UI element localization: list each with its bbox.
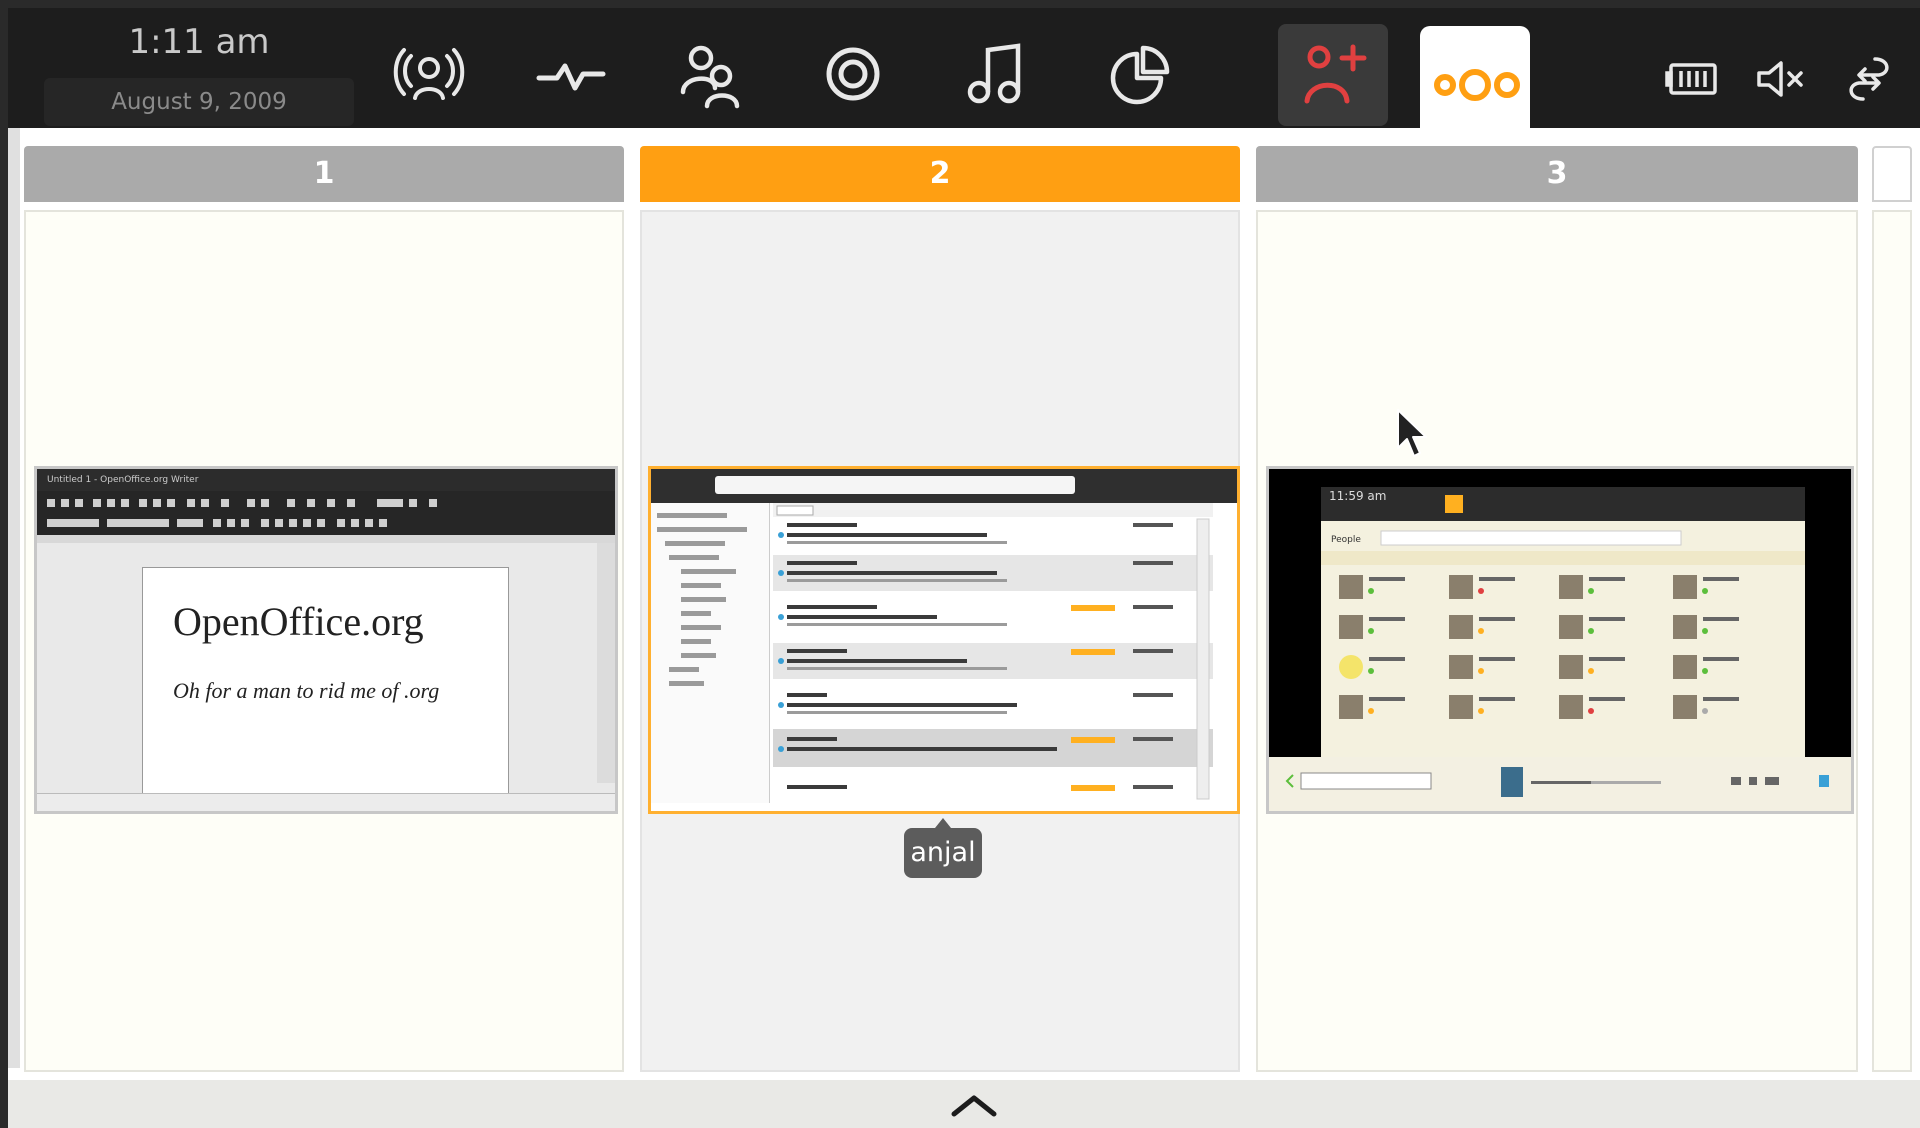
zone-2-header[interactable]: 2: [640, 146, 1240, 202]
people-icon: [680, 45, 740, 109]
thumbnail-media-controls: [1285, 767, 1829, 797]
desktop-screen: 1:11 am August 9, 2009 1 2 3 Untitled 1 …: [0, 0, 1920, 1128]
thumbnail-media-bar: [1269, 757, 1851, 811]
window-thumbnail-openoffice[interactable]: Untitled 1 - OpenOffice.org Writer OpenO…: [34, 466, 618, 814]
thumbnail-messages: [773, 503, 1213, 800]
zone-new-header[interactable]: [1872, 146, 1912, 202]
clock-time: 1:11 am: [128, 22, 270, 62]
thumbnail-contacts-grid: [1321, 495, 1805, 719]
thumbnail-window-title: Untitled 1 - OpenOffice.org Writer: [37, 469, 615, 491]
nav-status-button[interactable]: [374, 26, 484, 122]
thumbnail-doc-subtitle: Oh for a man to rid me of .org: [173, 678, 440, 703]
zones-panel: 1 2 3 Untitled 1 - OpenOffice.org Writer: [8, 128, 1920, 1128]
clock: 1:11 am August 9, 2009: [44, 16, 354, 126]
network-icon: [1849, 57, 1889, 101]
thumbnail-statusbar: [37, 793, 615, 811]
thumbnail-folder-list: [651, 503, 770, 803]
zone-1-header[interactable]: 1: [24, 146, 624, 202]
window-thumbnail-moblin[interactable]: 11:59 am People: [1266, 466, 1854, 814]
thumbnail-anjal-toolbar: [651, 469, 1237, 503]
panel-edge: [8, 128, 20, 1068]
status-icon: [393, 48, 465, 100]
thumbnail-people-panel: 11:59 am People: [1321, 487, 1805, 757]
thumbnail-toolbar-icons: [37, 499, 615, 543]
volume-muted-icon: [1757, 61, 1803, 97]
nav-media-button[interactable]: [940, 26, 1050, 122]
zone-3-header[interactable]: 3: [1256, 146, 1858, 202]
thumbnail-doc-title: OpenOffice.org: [173, 599, 424, 644]
panel-collapse-bar[interactable]: [8, 1080, 1920, 1128]
window-thumbnail-anjal[interactable]: [648, 466, 1240, 814]
thumbnail-scrollbar: [597, 543, 615, 783]
battery-icon: [1665, 63, 1717, 95]
nav-activity-button[interactable]: [516, 26, 626, 122]
nav-web-button[interactable]: [798, 26, 908, 122]
media-icon: [967, 43, 1021, 104]
thumbnail-search-field: [715, 476, 1075, 494]
nav-applications-button[interactable]: [1278, 24, 1388, 126]
web-icon: [826, 47, 880, 101]
zone-new[interactable]: [1872, 210, 1912, 1072]
nav-people-button[interactable]: [656, 26, 766, 122]
zones-icon: [1434, 69, 1520, 101]
volume-button[interactable]: [1746, 44, 1816, 114]
clock-date: August 9, 2009: [44, 78, 354, 126]
activity-icon: [536, 63, 606, 91]
battery-button[interactable]: [1658, 44, 1728, 114]
thumbnail-message-list: [773, 503, 1213, 803]
thumbnail-toolbar: [37, 491, 615, 543]
thumbnail-folder-items: [657, 513, 747, 686]
thumbnail-page: OpenOffice.org Oh for a man to rid me of…: [142, 567, 509, 811]
nav-zones-button[interactable]: [1420, 26, 1530, 136]
applications-icon: [1304, 44, 1367, 104]
window-title-tooltip: anjal: [904, 818, 982, 878]
pasteboard-icon: [1110, 45, 1170, 105]
mouse-cursor-icon: [1397, 409, 1427, 457]
chevron-up-icon[interactable]: [948, 1088, 1000, 1122]
toolbar: 1:11 am August 9, 2009: [8, 8, 1920, 136]
network-button[interactable]: [1834, 44, 1904, 114]
nav-pasteboard-button[interactable]: [1082, 26, 1192, 122]
